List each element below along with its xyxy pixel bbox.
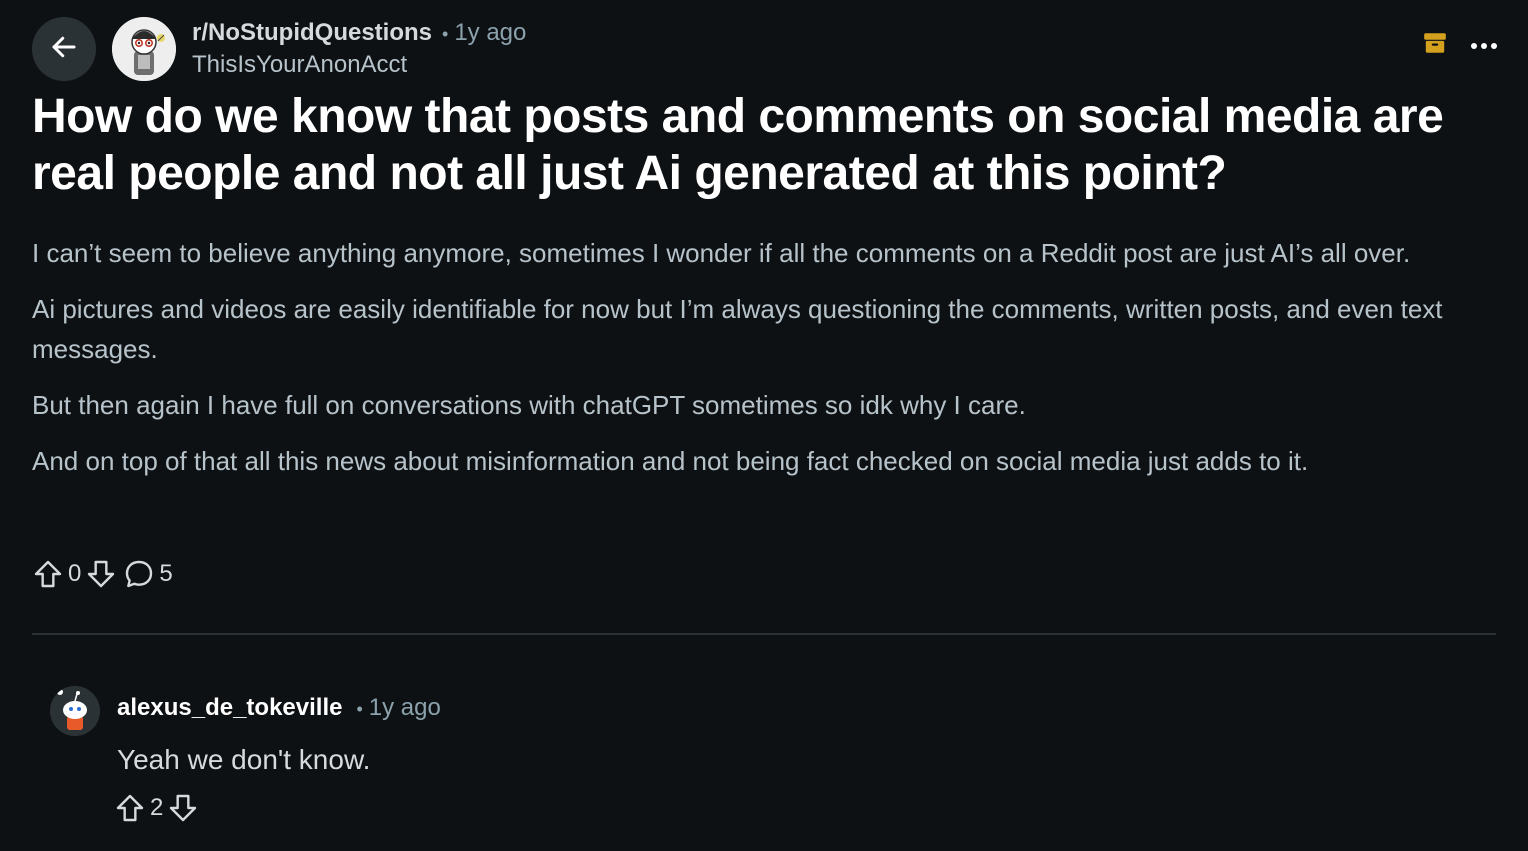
downvote-button[interactable] [85,558,117,590]
post-meta-row: r/NoStupidQuestions • 1y ago [192,19,526,47]
post-top-actions [1422,30,1498,61]
comment-bubble-icon [126,560,153,588]
archive-icon [1422,30,1448,61]
comment-meta: alexus_de_tokeville • 1y ago [117,694,441,722]
subreddit-avatar[interactable] [112,17,176,81]
comment-body: Yeah we don't know. [117,744,371,775]
upvote-arrow-icon [116,794,144,822]
meta-separator: • [356,699,363,719]
comment-downvote-button[interactable] [167,792,199,824]
post-vote-count: 0 [68,560,82,587]
upvote-arrow-icon [34,560,62,588]
post-paragraph: But then again I have full on conversati… [32,390,1026,420]
post-paragraph: Ai pictures and videos are easily identi… [32,294,1443,364]
comment-vote-count: 2 [150,794,164,821]
comments-button[interactable] [123,558,155,590]
post-comment-count: 5 [159,560,173,587]
upvote-button[interactable] [32,558,64,590]
post-body: I can’t seem to believe anything anymore… [32,233,1502,497]
arrow-left-icon [49,32,79,67]
post-action-bar: 0 5 [32,558,177,590]
post-title: How do we know that posts and comments o… [32,90,1444,200]
section-divider [32,633,1496,635]
comment-timestamp: 1y ago [368,694,441,721]
archive-button[interactable] [1422,30,1448,61]
more-options-button[interactable] [1470,37,1498,55]
comment-author[interactable]: alexus_de_tokeville [117,694,342,722]
subreddit-link[interactable]: r/NoStupidQuestions [192,19,432,47]
post-author[interactable]: ThisIsYourAnonAcct [192,51,526,79]
downvote-arrow-icon [170,794,197,822]
post-meta: r/NoStupidQuestions • 1y ago ThisIsYourA… [192,17,526,81]
meta-separator: • [442,24,449,44]
post-timestamp: 1y ago [454,19,527,46]
post-paragraph: And on top of that all this news about m… [32,446,1309,476]
more-horizontal-icon [1470,37,1498,55]
post-paragraph: I can’t seem to believe anything anymore… [32,238,1411,268]
downvote-arrow-icon [88,560,115,588]
comment-avatar[interactable] [50,686,100,736]
comment-upvote-button[interactable] [114,792,146,824]
comment-action-bar: 2 [114,792,199,824]
back-button[interactable] [32,17,96,81]
